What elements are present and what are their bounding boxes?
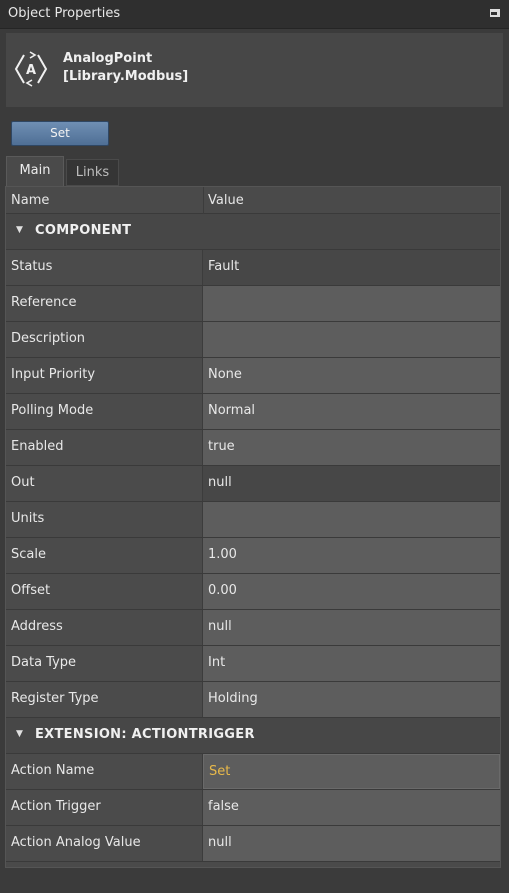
property-row-action-trigger[interactable]: Action Trigger false [6, 790, 500, 826]
tab-main[interactable]: Main [6, 156, 64, 186]
section-label: COMPONENT [35, 223, 132, 238]
description-value-field[interactable] [203, 322, 500, 357]
property-row-description[interactable]: Description [6, 322, 500, 358]
property-name: Out [11, 475, 35, 490]
object-header: A AnalogPoint [Library.Modbus] [6, 33, 503, 107]
section-extension-actiontrigger[interactable]: ▼ EXTENSION: ACTIONTRIGGER [6, 718, 500, 754]
property-name: Polling Mode [11, 403, 94, 418]
restore-icon[interactable] [490, 9, 500, 17]
input-priority-value-field[interactable]: None [203, 358, 500, 393]
property-name: Scale [11, 547, 46, 562]
object-name: AnalogPoint [63, 51, 153, 66]
property-value: None [208, 367, 242, 382]
property-value: null [208, 619, 232, 634]
property-row-out[interactable]: Out null [6, 466, 500, 502]
header-divider[interactable] [203, 187, 204, 214]
property-value: Set [209, 764, 231, 779]
property-value: false [208, 799, 239, 814]
header-value[interactable]: Value [208, 193, 244, 208]
property-value: Holding [208, 691, 258, 706]
property-name: Register Type [11, 691, 99, 706]
enabled-value-field[interactable]: true [203, 430, 500, 465]
analog-point-icon: A [14, 51, 48, 87]
property-row-address[interactable]: Address null [6, 610, 500, 646]
grid-header: Name Value [6, 187, 500, 214]
panel-footer [0, 868, 509, 893]
property-value: true [208, 439, 235, 454]
property-name: Offset [11, 583, 51, 598]
property-name: Status [11, 259, 53, 274]
property-row-data-type[interactable]: Data Type Int [6, 646, 500, 682]
property-value: null [208, 835, 232, 850]
property-row-offset[interactable]: Offset 0.00 [6, 574, 500, 610]
property-row-register-type[interactable]: Register Type Holding [6, 682, 500, 718]
data-type-value-field[interactable]: Int [203, 646, 500, 681]
tab-links[interactable]: Links [66, 159, 119, 186]
property-name: Units [11, 511, 45, 526]
offset-value-field[interactable]: 0.00 [203, 574, 500, 609]
scale-value-field[interactable]: 1.00 [203, 538, 500, 573]
collapse-arrow-icon[interactable]: ▼ [16, 225, 23, 235]
polling-mode-value-field[interactable]: Normal [203, 394, 500, 429]
property-row-reference[interactable]: Reference [6, 286, 500, 322]
object-library: [Library.Modbus] [63, 69, 189, 84]
property-row-units[interactable]: Units [6, 502, 500, 538]
property-row-action-name[interactable]: Action Name Set [6, 754, 500, 790]
property-value: Int [208, 655, 226, 670]
property-row-polling-mode[interactable]: Polling Mode Normal [6, 394, 500, 430]
register-type-value-field[interactable]: Holding [203, 682, 500, 717]
property-value: Normal [208, 403, 256, 418]
property-name: Action Trigger [11, 799, 101, 814]
set-button[interactable]: Set [11, 121, 109, 146]
property-row-status[interactable]: Status Fault [6, 250, 500, 286]
property-name: Reference [11, 295, 77, 310]
property-name: Input Priority [11, 367, 96, 382]
property-value: 1.00 [208, 547, 237, 562]
property-row-input-priority[interactable]: Input Priority None [6, 358, 500, 394]
address-value-field[interactable]: null [203, 610, 500, 645]
property-row-action-analog-value[interactable]: Action Analog Value null [6, 826, 500, 862]
property-value: Fault [208, 259, 240, 274]
reference-value-field[interactable] [203, 286, 500, 321]
section-component[interactable]: ▼ COMPONENT [6, 214, 500, 250]
header-name[interactable]: Name [11, 193, 49, 208]
object-title: AnalogPoint [Library.Modbus] [63, 50, 188, 86]
svg-text:A: A [26, 63, 36, 78]
units-value-field[interactable] [203, 502, 500, 537]
property-row-scale[interactable]: Scale 1.00 [6, 538, 500, 574]
property-name: Data Type [11, 655, 77, 670]
property-value: null [208, 475, 232, 490]
property-grid: Name Value ▼ COMPONENT Status Fault Refe… [5, 186, 501, 868]
property-name: Address [11, 619, 63, 634]
action-trigger-value-field[interactable]: false [203, 790, 500, 825]
property-value: 0.00 [208, 583, 237, 598]
property-name: Action Analog Value [11, 835, 141, 850]
property-name: Action Name [11, 763, 95, 778]
property-name: Description [11, 331, 86, 346]
property-row-enabled[interactable]: Enabled true [6, 430, 500, 466]
action-name-value-field[interactable]: Set [203, 754, 500, 789]
title-bar: Object Properties [0, 0, 509, 29]
action-analog-value-field[interactable]: null [203, 826, 500, 861]
property-name: Enabled [11, 439, 64, 454]
collapse-arrow-icon[interactable]: ▼ [16, 729, 23, 739]
window-title: Object Properties [8, 6, 121, 21]
section-label: EXTENSION: ACTIONTRIGGER [35, 727, 255, 742]
